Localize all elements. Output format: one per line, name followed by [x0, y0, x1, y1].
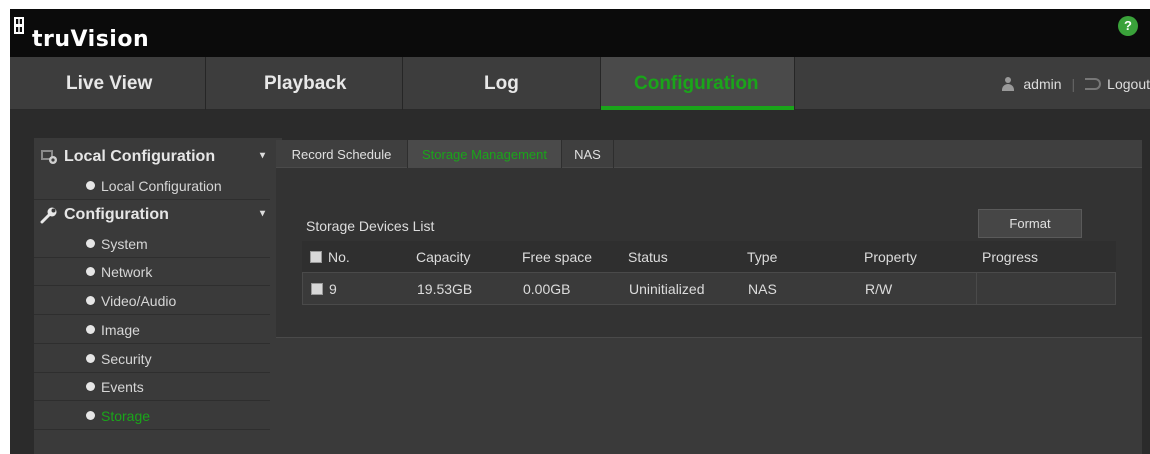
separator: |: [1071, 75, 1076, 92]
content-area: Local Configuration ▾ Local Configuratio…: [10, 110, 1150, 454]
tab-record-schedule[interactable]: Record Schedule: [276, 140, 408, 168]
user-area: admin | Logout: [1001, 57, 1150, 110]
cell-free-space: 0.00GB: [523, 281, 571, 297]
sidebar-item-label: Video/Audio: [101, 292, 177, 309]
storage-management-panel: Storage Devices List Format No. Capacity…: [276, 168, 1142, 338]
tab-nas[interactable]: NAS: [562, 140, 614, 168]
cell-status: Uninitialized: [629, 281, 705, 297]
tab-playback[interactable]: Playback: [206, 57, 403, 110]
sidebar-item-label: Network: [101, 263, 153, 280]
sidebar-section-local-configuration[interactable]: Local Configuration ▾: [34, 142, 282, 172]
bullet-icon: [86, 181, 95, 190]
logout-link[interactable]: Logout: [1107, 76, 1150, 92]
tab-configuration[interactable]: Configuration: [601, 57, 795, 110]
table-header: No. Capacity Free space Status Type Prop…: [302, 241, 1116, 273]
storage-devices-table: No. Capacity Free space Status Type Prop…: [302, 241, 1116, 305]
logout-icon[interactable]: [1085, 77, 1102, 90]
bullet-icon: [86, 239, 95, 248]
sidebar-item-label: System: [101, 235, 148, 252]
chevron-down-icon[interactable]: ▾: [260, 151, 270, 161]
brand-logo: truVision: [14, 17, 150, 52]
local-config-icon: [41, 150, 57, 164]
sidebar-item-network[interactable]: Network: [34, 258, 270, 286]
cell-type: NAS: [748, 281, 777, 297]
column-header: Type: [747, 249, 778, 265]
sidebar-item-label: Security: [101, 350, 152, 367]
sidebar-section-configuration[interactable]: Configuration ▾: [34, 200, 282, 230]
cell-no: 9: [311, 273, 337, 305]
cell-no-value: 9: [329, 281, 337, 297]
sidebar-item-label: Storage: [101, 407, 151, 424]
tab-live-view-label: Live View: [66, 72, 153, 94]
column-header: Progress: [982, 249, 1039, 265]
sidebar-item-storage[interactable]: Storage: [34, 402, 270, 430]
tab-live-view[interactable]: Live View: [10, 57, 206, 110]
sidebar-item-label: Local Configuration: [101, 177, 222, 194]
storage-devices-list-title: Storage Devices List: [306, 218, 435, 234]
bullet-icon: [86, 354, 95, 363]
cell-property: R/W: [865, 281, 893, 297]
header-no: No.: [310, 241, 350, 273]
sidebar-item-label: Events: [101, 378, 144, 395]
sub-tabs: Record Schedule Storage Management NAS: [276, 140, 1142, 168]
main-navigation: Live View Playback Log Configuration adm…: [10, 57, 1150, 110]
column-header: Property: [864, 249, 917, 265]
sidebar-item-image[interactable]: Image: [34, 316, 270, 344]
tab-log-label: Log: [484, 72, 519, 94]
table-row[interactable]: 9 19.53GB 0.00GB Uninitialized NAS R/W: [302, 273, 1116, 305]
sidebar-section-label: Configuration: [64, 206, 169, 223]
top-bar: truVision ?: [10, 9, 1150, 57]
column-header: Status: [628, 249, 668, 265]
brand-logo-icon: [14, 17, 24, 34]
sidebar-item-system[interactable]: System: [34, 230, 270, 258]
sidebar-item-events[interactable]: Events: [34, 373, 270, 401]
column-header: No.: [328, 249, 350, 265]
main-panel: Record Schedule Storage Management NAS S…: [276, 140, 1142, 454]
brand-name: truVision: [32, 27, 150, 52]
wrench-icon: [40, 207, 57, 224]
tab-label: Record Schedule: [291, 146, 392, 162]
sidebar: Local Configuration ▾ Local Configuratio…: [34, 138, 282, 454]
bullet-icon: [86, 296, 95, 305]
sidebar-section-label: Local Configuration: [64, 148, 216, 165]
tab-log[interactable]: Log: [403, 57, 601, 110]
bullet-icon: [86, 382, 95, 391]
tab-configuration-label: Configuration: [634, 72, 759, 94]
bullet-icon: [86, 411, 95, 420]
column-header: Capacity: [416, 249, 471, 265]
tab-playback-label: Playback: [264, 72, 347, 94]
select-all-checkbox[interactable]: [310, 251, 322, 263]
sidebar-item-label: Image: [101, 321, 140, 338]
column-divider: [976, 273, 977, 305]
column-header: Free space: [522, 249, 593, 265]
tab-label: NAS: [574, 146, 601, 162]
sidebar-item-local-configuration[interactable]: Local Configuration: [34, 172, 270, 200]
cell-capacity: 19.53GB: [417, 281, 473, 297]
sidebar-item-security[interactable]: Security: [34, 345, 270, 373]
tab-storage-management[interactable]: Storage Management: [408, 140, 562, 168]
sidebar-item-video-audio[interactable]: Video/Audio: [34, 287, 270, 315]
row-checkbox[interactable]: [311, 283, 323, 295]
user-icon: [1001, 76, 1015, 91]
tab-label: Storage Management: [421, 146, 548, 162]
bullet-icon: [86, 325, 95, 334]
bullet-icon: [86, 267, 95, 276]
format-button[interactable]: Format: [978, 209, 1082, 238]
username: admin: [1023, 75, 1062, 92]
chevron-down-icon[interactable]: ▾: [260, 209, 270, 219]
help-icon[interactable]: ?: [1118, 16, 1138, 36]
